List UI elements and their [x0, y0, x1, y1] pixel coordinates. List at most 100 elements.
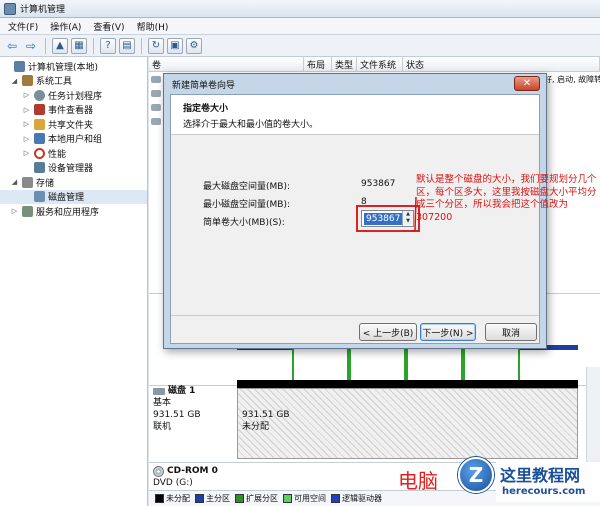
tools-icon	[22, 75, 33, 87]
max-size-value: 953867	[361, 179, 396, 189]
partition-block[interactable]	[406, 345, 463, 383]
next-button[interactable]: 下一步(N) >	[420, 323, 476, 341]
legend-swatch	[195, 494, 204, 503]
watermark-text: 电脑	[398, 469, 438, 493]
show-hide-tree-icon[interactable]: ▦	[71, 37, 87, 54]
services-icon	[22, 205, 33, 217]
tree-item-task-scheduler[interactable]: ▷ 任务计划程序	[0, 88, 147, 103]
partition-block[interactable]	[463, 345, 520, 383]
export-icon[interactable]: ▣	[167, 37, 183, 54]
collapse-arrow-icon[interactable]: ◢	[10, 178, 19, 187]
annotation-text: 默认是整个磁盘的大小，我们要规划分几个区，每个区多大，这里我按磁盘大小平均分成三…	[416, 174, 597, 223]
legend-item: 扩展分区	[235, 493, 278, 504]
column-header-type[interactable]: 类型	[332, 57, 357, 72]
cd-icon	[153, 465, 164, 477]
next-button-label: 下一步(N) >	[422, 328, 474, 339]
back-button[interactable]: < 上一步(B)	[359, 323, 417, 341]
wizard-heading: 指定卷大小	[183, 104, 229, 114]
tree-expander-icon	[22, 163, 31, 172]
tree-item-label: 服务和应用程序	[36, 207, 100, 218]
tree-item-label: 存储	[36, 178, 55, 189]
tree-item-shared-folders[interactable]: ▷ 共享文件夹	[0, 117, 147, 132]
expand-arrow-icon[interactable]: ▷	[22, 105, 31, 114]
legend-item: 逻辑驱动器	[331, 493, 382, 504]
tree-item-disk-management[interactable]: 磁盘管理	[0, 189, 147, 204]
tree-item-storage[interactable]: ◢ 存储	[0, 175, 147, 190]
refresh-icon[interactable]: ↻	[148, 37, 164, 54]
tree-item-local-users[interactable]: ▷ 本地用户和组	[0, 132, 147, 147]
legend-label: 未分配	[166, 494, 190, 503]
column-header-label: 布局	[307, 60, 326, 71]
disk-1-info[interactable]: 磁盘 1 基本 931.51 GB 联机	[153, 385, 235, 433]
column-header-layout[interactable]: 布局	[304, 57, 332, 72]
volume-icon	[151, 104, 161, 111]
column-header-filesystem[interactable]: 文件系统	[357, 57, 403, 72]
legend-item: 可用空间	[283, 493, 326, 504]
cancel-button-label: 取消	[501, 328, 520, 339]
expand-arrow-icon[interactable]: ▷	[22, 149, 31, 158]
wizard-divider	[171, 315, 539, 316]
toolbar-divider	[45, 37, 46, 54]
properties-icon[interactable]: ▤	[119, 37, 135, 54]
expand-arrow-icon[interactable]: ▷	[22, 120, 31, 129]
settings-icon[interactable]: ⚙	[186, 37, 202, 54]
tree-item-computer-management[interactable]: 计算机管理(本地)	[0, 59, 147, 74]
tree-item-event-viewer[interactable]: ▷ 事件查看器	[0, 103, 147, 118]
toolbar-divider	[141, 37, 142, 54]
volume-icon	[151, 90, 161, 97]
partition-size: 931.51 GB	[242, 410, 290, 420]
expand-arrow-icon[interactable]: ▷	[22, 134, 31, 143]
max-size-label: 最大磁盘空间量(MB):	[203, 182, 290, 192]
menu-file[interactable]: 文件(F)	[8, 20, 38, 33]
navigation-tree: 计算机管理(本地) ◢ 系统工具 ▷ 任务计划程序 ▷ 事件查看器 ▷ 共享文件…	[0, 57, 148, 506]
tree-item-label: 性能	[48, 149, 67, 160]
disk-size: 931.51 GB	[153, 410, 201, 420]
collapse-arrow-icon[interactable]: ◢	[10, 76, 19, 85]
legend-label: 逻辑驱动器	[342, 494, 382, 503]
wizard-title-bar[interactable]: 新建简单卷向导 ✕	[164, 74, 546, 94]
expand-arrow-icon[interactable]: ▷	[10, 207, 19, 216]
tree-item-performance[interactable]: ▷ 性能	[0, 146, 147, 161]
disk-type: 基本	[153, 398, 172, 408]
tree-item-label: 事件查看器	[48, 106, 94, 117]
back-arrow-icon[interactable]: ⇦	[4, 38, 20, 54]
column-header-label: 卷	[152, 60, 162, 71]
column-header-label: 状态	[406, 60, 425, 71]
tree-item-label: 任务计划程序	[48, 91, 103, 102]
legend-item: 主分区	[195, 493, 230, 504]
cdrom-info[interactable]: CD-ROM 0 DVD (G:)	[153, 465, 235, 489]
menu-view[interactable]: 查看(V)	[93, 20, 124, 33]
up-folder-icon[interactable]: ▲	[52, 37, 68, 54]
performance-icon	[34, 147, 45, 159]
tree-item-device-manager[interactable]: 设备管理器	[0, 161, 147, 176]
column-header-volume[interactable]: 卷	[149, 57, 304, 72]
tree-expander-icon	[2, 62, 11, 71]
unallocated-partition[interactable]: 931.51 GB 未分配	[237, 388, 578, 459]
expand-arrow-icon[interactable]: ▷	[22, 91, 31, 100]
help-icon[interactable]: ?	[100, 37, 116, 54]
window-title: 计算机管理	[20, 5, 66, 15]
legend-label: 可用空间	[294, 494, 326, 503]
legend-item: 未分配	[155, 493, 190, 504]
legend-label: 主分区	[206, 494, 230, 503]
disk-name: 磁盘 1	[168, 386, 196, 396]
column-header-status[interactable]: 状态	[403, 57, 600, 72]
tree-item-system-tools[interactable]: ◢ 系统工具	[0, 74, 147, 89]
menu-help[interactable]: 帮助(H)	[137, 20, 169, 33]
cancel-button[interactable]: 取消	[485, 323, 537, 341]
close-icon[interactable]: ✕	[514, 76, 540, 91]
disk-name: CD-ROM 0	[167, 466, 218, 476]
partition-block[interactable]	[349, 345, 406, 383]
site-watermark: 这里教程网 herecours.com	[496, 462, 600, 502]
tree-item-services-apps[interactable]: ▷ 服务和应用程序	[0, 204, 147, 219]
tree-expander-icon	[22, 192, 31, 201]
menu-action[interactable]: 操作(A)	[50, 20, 81, 33]
partition-state: 未分配	[242, 422, 270, 432]
partition-block[interactable]	[292, 345, 349, 383]
forward-arrow-icon[interactable]: ⇨	[23, 38, 39, 54]
column-header-label: 类型	[335, 60, 354, 71]
menu-bar: 文件(F) 操作(A) 查看(V) 帮助(H)	[0, 18, 600, 35]
hard-disk-icon	[153, 387, 165, 395]
volume-size-label: 简单卷大小(MB)(S):	[203, 218, 285, 228]
tree-item-label: 计算机管理(本地)	[28, 62, 99, 73]
